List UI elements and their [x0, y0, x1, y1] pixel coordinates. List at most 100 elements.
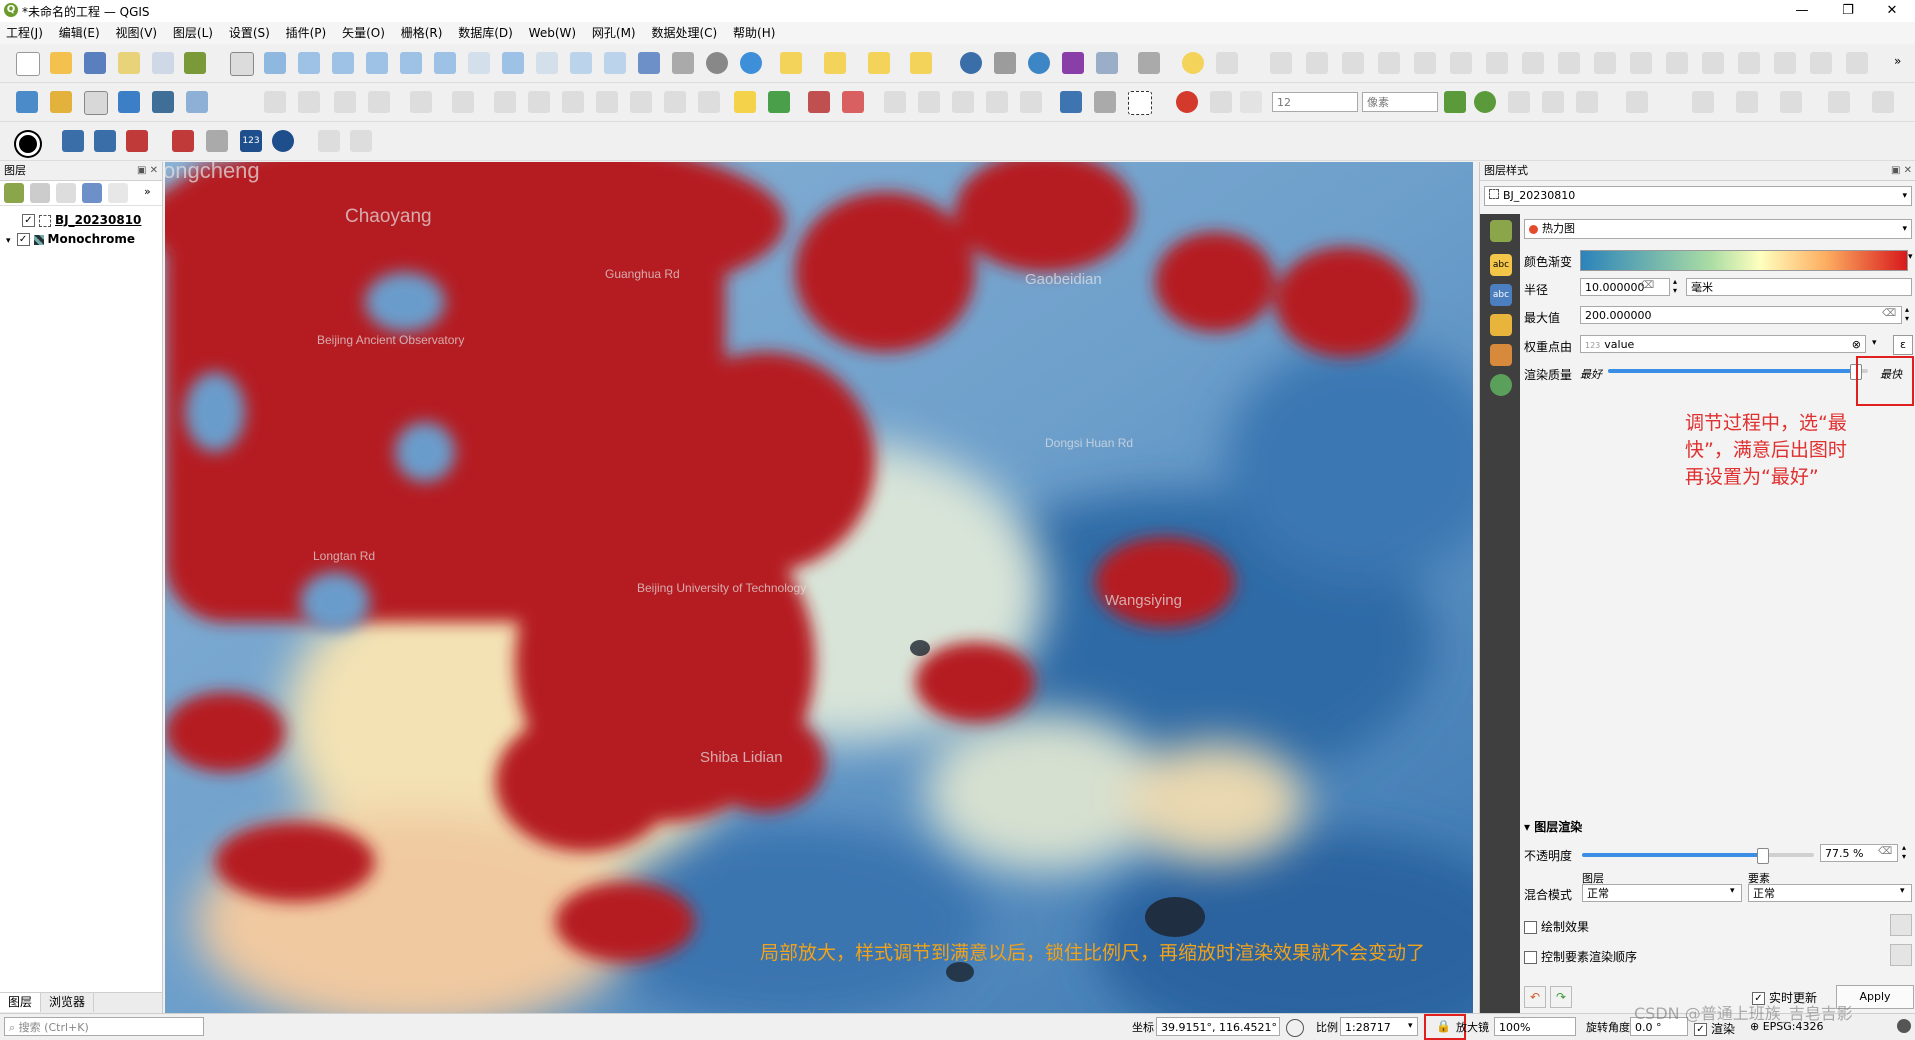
label-move-icon[interactable] [884, 91, 906, 113]
edit-tool-4[interactable] [368, 91, 390, 113]
layer-item-monochrome[interactable]: ▾ ✓ Monochrome [0, 230, 162, 249]
field-calculator-icon[interactable] [1096, 52, 1118, 74]
chevron-down-icon[interactable]: ▾ [1908, 252, 1913, 262]
expression-icon[interactable]: ε [1893, 335, 1913, 355]
clock-icon[interactable] [706, 52, 728, 74]
shape-tool-5[interactable] [1872, 91, 1894, 113]
layer-select[interactable]: BJ_20230810 ▾ [1484, 186, 1912, 206]
shape-tool-1[interactable] [1692, 91, 1714, 113]
edit-tool-1[interactable] [264, 91, 286, 113]
menu-help[interactable]: 帮助(H) [727, 22, 781, 44]
digitize-icon-12[interactable] [1666, 52, 1688, 74]
save-edits-icon[interactable] [334, 91, 356, 113]
bookmark-icon[interactable] [672, 52, 694, 74]
expand-arrow-icon[interactable]: ▾ [6, 236, 11, 246]
digitize-icon-13[interactable] [1702, 52, 1724, 74]
sort-order-icon[interactable] [1890, 944, 1912, 966]
refresh-icon[interactable] [740, 52, 762, 74]
new-map-view-icon[interactable] [570, 52, 592, 74]
curve-xy-icon[interactable] [62, 130, 84, 152]
opacity-slider[interactable] [1582, 848, 1814, 864]
digitize-icon-3[interactable] [1342, 52, 1364, 74]
max-value-field[interactable]: 200.000000 [1580, 306, 1902, 324]
layer-visibility-checkbox[interactable]: ✓ [16, 233, 30, 246]
control-order-checkbox[interactable] [1524, 951, 1537, 964]
panel-float-close-icon[interactable]: ▣ ✕ [137, 162, 158, 180]
edit-tool-8[interactable] [528, 91, 550, 113]
diagram-tool-icon[interactable] [768, 91, 790, 113]
pan-to-selection-icon[interactable] [264, 52, 286, 74]
snapping-tolerance-field[interactable]: 12 [1272, 92, 1358, 112]
3d-view-tab-icon[interactable] [1490, 314, 1512, 336]
toggle-extents-icon[interactable] [1286, 1019, 1304, 1037]
radius-unit-select[interactable]: 毫米 [1686, 278, 1912, 296]
weight-field-select[interactable]: 123 value ⊗ [1580, 335, 1866, 353]
layer-visibility-checkbox[interactable]: ✓ [22, 214, 35, 227]
measure-icon[interactable] [1138, 52, 1160, 74]
digitize-icon-11[interactable] [1630, 52, 1652, 74]
map-tips-icon[interactable] [1182, 52, 1204, 74]
magnifier-field[interactable]: 100% [1494, 1017, 1576, 1036]
number-tool-icon[interactable]: 123 [240, 130, 262, 152]
edit-tool-6[interactable] [452, 91, 474, 113]
shape-tool-2[interactable] [1736, 91, 1758, 113]
draw-effects-row[interactable]: 绘制效果 [1524, 918, 1589, 935]
menu-view[interactable]: 视图(V) [110, 22, 164, 44]
add-raster-layer-icon[interactable] [152, 91, 174, 113]
render-checkbox[interactable]: ✓ [1694, 1023, 1707, 1036]
add-layer-icon-2[interactable] [118, 91, 140, 113]
clear-icon[interactable]: ⌫ [1882, 308, 1896, 319]
advanced-digitize-1[interactable] [1508, 91, 1530, 113]
edit-tool-5[interactable] [410, 91, 432, 113]
open-attribute-table-icon[interactable] [994, 52, 1016, 74]
menu-layer[interactable]: 图层(L) [167, 22, 219, 44]
menu-web[interactable]: Web(W) [523, 22, 582, 44]
manage-themes-icon[interactable] [56, 183, 76, 203]
vertex-tool-icon[interactable] [126, 130, 148, 152]
spinbox-arrows-icon[interactable]: ▴ ▾ [1673, 277, 1677, 295]
advanced-digitize-3[interactable] [1576, 91, 1598, 113]
snapping-option-icon[interactable] [1210, 91, 1232, 113]
menu-edit[interactable]: 编辑(E) [53, 22, 106, 44]
new-3d-view-icon[interactable] [604, 52, 626, 74]
style-manager-icon[interactable] [184, 52, 206, 74]
label-show-icon[interactable] [986, 91, 1008, 113]
split-tool-icon[interactable] [172, 130, 194, 152]
open-project-icon[interactable] [50, 52, 72, 74]
menu-raster[interactable]: 栅格(R) [395, 22, 449, 44]
zoom-out-icon[interactable] [332, 52, 354, 74]
digitize-icon-4[interactable] [1378, 52, 1400, 74]
snapping-type-icon[interactable] [1240, 91, 1262, 113]
menu-mesh[interactable]: 网孔(M) [586, 22, 642, 44]
region-select-icon[interactable] [1128, 91, 1152, 115]
menu-vector[interactable]: 矢量(O) [336, 22, 391, 44]
identify-features-icon[interactable] [960, 52, 982, 74]
annotation-icon[interactable] [272, 130, 294, 152]
circle-digitize-icon[interactable] [16, 132, 40, 156]
messages-icon[interactable] [1897, 1019, 1911, 1033]
digitize-icon-8[interactable] [1522, 52, 1544, 74]
topology-icon[interactable] [1474, 91, 1496, 113]
expand-all-icon[interactable] [108, 183, 128, 203]
restore-button[interactable]: ❐ [1825, 0, 1871, 22]
digitize-icon-16[interactable] [1810, 52, 1832, 74]
spinbox-arrows-icon[interactable]: ▴ ▾ [1905, 305, 1909, 323]
renderer-select[interactable]: 热力图 ▾ [1524, 219, 1912, 239]
menu-settings[interactable]: 设置(S) [223, 22, 276, 44]
coordinate-field[interactable]: 39.9151°, 116.4521° [1156, 1017, 1280, 1036]
redo-icon[interactable]: ↷ [1550, 986, 1572, 1008]
snapping-units-select[interactable]: 像素 [1362, 92, 1438, 112]
diagram-tab-icon[interactable] [1490, 344, 1512, 366]
zoom-in-icon[interactable] [298, 52, 320, 74]
shape-tool-4[interactable] [1828, 91, 1850, 113]
clear-icon[interactable]: ⌫ [1878, 846, 1892, 857]
panel-float-close-icon[interactable]: ▣ ✕ [1891, 162, 1912, 180]
clear-icon[interactable]: ⌫ [1640, 280, 1654, 291]
digitize-icon-5[interactable] [1414, 52, 1436, 74]
radius-field[interactable]: 10.000000 [1580, 278, 1670, 296]
close-button[interactable]: ✕ [1869, 0, 1915, 22]
redo-icon[interactable] [698, 91, 720, 113]
save-project-icon[interactable] [84, 52, 106, 74]
paste-features-icon[interactable] [630, 91, 652, 113]
masks-tab-icon[interactable]: abc [1490, 284, 1512, 306]
